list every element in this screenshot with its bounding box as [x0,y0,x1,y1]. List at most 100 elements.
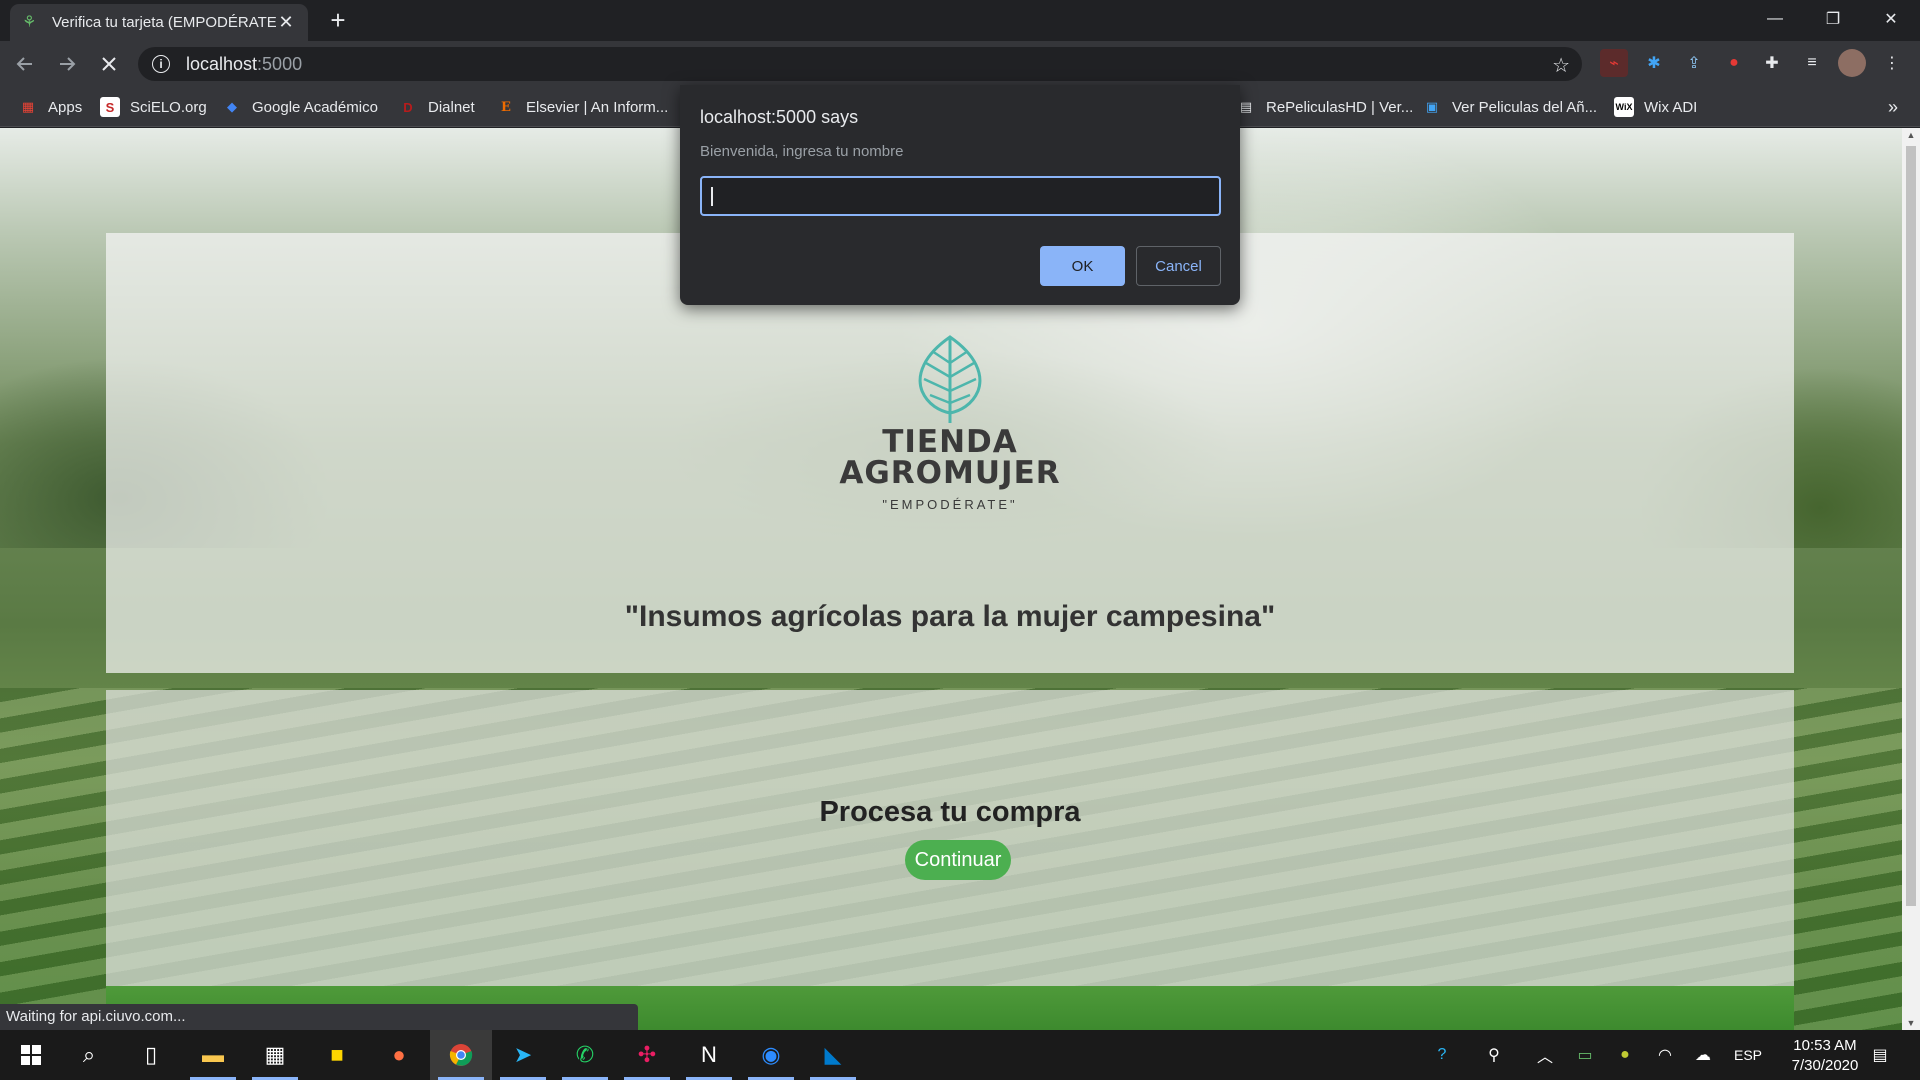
onedrive-cloud-icon[interactable]: ☁ [1688,1030,1718,1080]
pdf-extension-icon[interactable]: ⌁ [1600,49,1628,77]
bookmark-wix[interactable]: WiX Wix ADI [1614,95,1697,119]
calculator-icon[interactable]: ▦ [244,1030,306,1080]
dialog-title: localhost:5000 says [700,107,859,127]
zoom-icon[interactable]: ◉ [740,1030,802,1080]
telegram-icon[interactable]: ➤ [492,1030,554,1080]
extensions-puzzle-icon[interactable]: ✚ [1758,49,1786,77]
tab-title: Verifica tu tarjeta (EMPODÉRATE) [52,14,276,31]
bookmark-label: Elsevier | An Inform... [526,98,669,116]
restore-button[interactable]: ❐ [1804,0,1862,38]
store-logo: TIENDA AGROMUJER "EMPODÉRATE" [800,333,1100,512]
language-indicator[interactable]: ESP [1728,1030,1768,1080]
bookmarks-overflow-icon[interactable]: » [1888,97,1898,118]
tray-app-icon[interactable]: ● [1610,1030,1640,1080]
file-explorer-icon[interactable]: ▬ [182,1030,244,1080]
back-arrow-icon [16,57,32,71]
bookmark-scielo[interactable]: S SciELO.org [100,95,207,119]
wifi-icon[interactable]: ◠ [1650,1030,1680,1080]
people-icon[interactable]: ⚲ [1476,1030,1512,1080]
stop-x-icon [102,57,116,71]
firefox-icon[interactable]: ● [368,1030,430,1080]
notifications-icon[interactable]: ▤ [1860,1030,1900,1080]
bookmark-google-scholar[interactable]: ◆ Google Académico [222,95,378,119]
leaf-favicon-icon: ⚘ [22,13,37,31]
hand-extension-icon[interactable]: ● [1720,49,1748,77]
upload-extension-icon[interactable]: ⇪ [1680,49,1708,77]
windows-logo-icon [21,1045,41,1065]
bookmark-apps[interactable]: ▦ Apps [18,95,82,119]
address-url[interactable]: localhost:5000 [186,54,302,75]
brand-line-1: TIENDA [882,424,1018,460]
bookmark-dialnet[interactable]: D Dialnet [398,95,474,119]
brand-slogan: "EMPODÉRATE" [882,497,1018,512]
notion-icon[interactable]: N [678,1030,740,1080]
sticky-notes-icon[interactable]: ■ [306,1030,368,1080]
windows-taskbar: ⌕ ▯ ▬ ▦ ■ ● ➤ ✆ ✣ N ◉ ◣ ? ⚲ ︿ ▭ ● ◠ ☁ ES… [0,1030,1920,1080]
close-window-button[interactable]: ✕ [1862,0,1920,38]
tray-chevron-up-icon[interactable]: ︿ [1530,1030,1560,1080]
chrome-logo-icon [449,1044,473,1066]
new-tab-button[interactable]: + [324,6,352,34]
page-scrollbar[interactable]: ▲ ▼ [1902,128,1920,1030]
bookmark-label: SciELO.org [130,98,207,116]
window-controls: — ❐ ✕ [1746,0,1920,41]
whatsapp-icon[interactable]: ✆ [554,1030,616,1080]
bookmark-elsevier[interactable]: E Elsevier | An Inform... [496,95,668,119]
tab-strip: ⚘ Verifica tu tarjeta (EMPODÉRATE) ✕ + —… [0,0,1920,41]
task-view-icon[interactable]: ▯ [120,1030,182,1080]
bookmark-label: Ver Peliculas del Añ... [1452,98,1598,116]
cancel-button[interactable]: Cancel [1136,246,1221,286]
scielo-icon: S [100,97,120,117]
apps-grid-icon: ▦ [21,99,35,114]
profile-avatar-icon[interactable] [1838,49,1866,77]
slack-icon[interactable]: ✣ [616,1030,678,1080]
prompt-dialog: localhost:5000 says Bienvenida, ingresa … [680,85,1240,305]
vscode-icon[interactable]: ◣ [802,1030,864,1080]
minimize-button[interactable]: — [1746,0,1804,38]
continue-button[interactable]: Continuar [905,840,1011,880]
forward-arrow-icon [60,57,76,71]
text-caret [711,187,713,206]
help-icon[interactable]: ? [1424,1030,1460,1080]
dialog-message: Bienvenida, ingresa tu nombre [700,143,904,160]
bookmark-repeliculas[interactable]: ▤ RePeliculasHD | Ver... [1236,95,1413,119]
scroll-up-arrow-icon[interactable]: ▲ [1906,130,1916,140]
stop-loading-button[interactable] [92,47,126,81]
menu-kebab-icon[interactable]: ⋮ [1878,49,1906,77]
wix-icon: WiX [1614,97,1634,117]
elsevier-icon: E [501,99,511,115]
browser-tab-active[interactable]: ⚘ Verifica tu tarjeta (EMPODÉRATE) ✕ [10,4,308,41]
address-bar[interactable]: i localhost:5000 ☆ [138,47,1582,81]
bluetooth-extension-icon[interactable]: ✱ [1640,49,1668,77]
media-queue-icon[interactable]: ≡ [1798,49,1826,77]
bookmark-label: Google Académico [252,98,378,116]
ok-button[interactable]: OK [1040,246,1125,286]
checkout-title: Procesa tu compra [819,796,1081,828]
tab-close-icon[interactable]: ✕ [276,12,296,33]
bookmark-label: Wix ADI [1644,98,1698,116]
windows-start-icon[interactable] [0,1030,62,1080]
forward-button[interactable] [50,47,84,81]
hero-tagline: "Insumos agrícolas para la mujer campesi… [624,600,1276,633]
dialnet-icon: D [403,99,413,115]
bookmark-label: RePeliculasHD | Ver... [1266,98,1414,116]
back-button[interactable] [8,47,42,81]
url-port: :5000 [257,53,303,74]
battery-icon[interactable]: ▭ [1570,1030,1600,1080]
site-info-icon[interactable]: i [152,55,170,73]
bookmark-star-icon[interactable]: ☆ [1552,53,1570,78]
brand-line-2: AGROMUJER [839,455,1061,491]
chrome-icon[interactable] [430,1030,492,1080]
scrollbar-thumb[interactable] [1906,146,1916,906]
scroll-down-arrow-icon[interactable]: ▼ [1906,1018,1916,1028]
name-input[interactable] [700,176,1221,216]
bookmark-label: Apps [48,98,83,116]
bookmark-peliculas[interactable]: ▣ Ver Peliculas del Añ... [1422,95,1597,119]
leaf-logo-icon [918,335,982,423]
google-scholar-icon: ◆ [227,99,237,114]
loading-status-bubble: Waiting for api.ciuvo.com... [0,1004,638,1030]
url-host: localhost [186,53,258,74]
checkout-panel: Procesa tu compra Continuar [106,690,1794,986]
peliculas-icon: ▣ [1425,99,1439,114]
search-icon[interactable]: ⌕ [58,1030,120,1080]
